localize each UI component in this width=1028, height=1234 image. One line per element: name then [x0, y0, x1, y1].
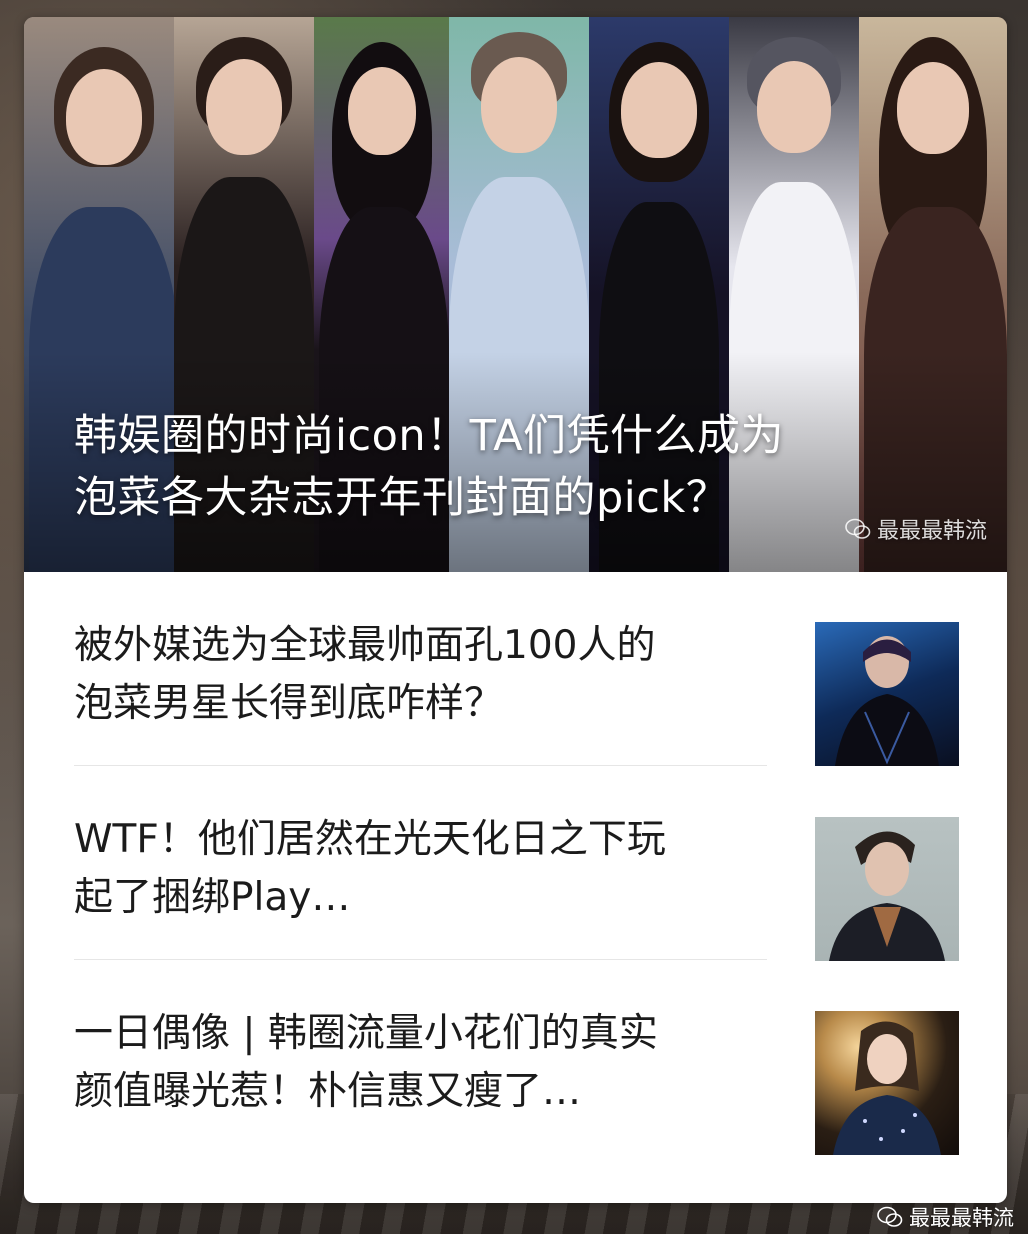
hero-title[interactable]: 韩娱圈的时尚icon！TA们凭什么成为 泡菜各大杂志开年刊封面的pick？ [74, 405, 974, 529]
wechat-icon [877, 1206, 903, 1227]
article-title-line2: 颜值曝光惹！朴信惠又瘦了… [74, 1069, 582, 1114]
hero-banner[interactable]: 韩娱圈的时尚icon！TA们凭什么成为 泡菜各大杂志开年刊封面的pick？ 最最… [24, 17, 1007, 572]
article-title: 被外媒选为全球最帅面孔100人的 泡菜男星长得到底咋样？ [74, 617, 774, 733]
article-item[interactable]: 被外媒选为全球最帅面孔100人的 泡菜男星长得到底咋样？ [74, 572, 959, 766]
hero-watermark: 最最最韩流 [845, 513, 987, 545]
wechat-icon [845, 518, 871, 539]
portrait-photo-icon [829, 831, 945, 961]
article-title-line1: 被外媒选为全球最帅面孔100人的 [74, 623, 656, 668]
article-list: 被外媒选为全球最帅面孔100人的 泡菜男星长得到底咋样？ WTF！他们居然在光天… [74, 572, 959, 1155]
article-item[interactable]: WTF！他们居然在光天化日之下玩 起了捆绑Play… [74, 766, 959, 961]
article-title: WTF！他们居然在光天化日之下玩 起了捆绑Play… [74, 811, 774, 927]
article-title: 一日偶像 | 韩圈流量小花们的真实 颜值曝光惹！朴信惠又瘦了… [74, 1005, 774, 1121]
performer-photo-icon [835, 636, 939, 766]
article-title-line2: 起了捆绑Play… [74, 875, 351, 920]
idol-photo-icon [833, 1021, 941, 1155]
hero-watermark-text: 最最最韩流 [876, 519, 987, 544]
hero-title-line2: 泡菜各大杂志开年刊封面的pick？ [74, 473, 730, 523]
article-thumbnail[interactable] [815, 1011, 959, 1155]
article-thumbnail[interactable] [815, 622, 959, 766]
hero-title-line1: 韩娱圈的时尚icon！TA们凭什么成为 [74, 411, 784, 461]
footer-watermark: 最最最韩流 [877, 1202, 1014, 1232]
article-card: 韩娱圈的时尚icon！TA们凭什么成为 泡菜各大杂志开年刊封面的pick？ 最最… [24, 17, 1007, 1203]
footer-watermark-text: 最最最韩流 [909, 1206, 1014, 1230]
article-title-line1: 一日偶像 | 韩圈流量小花们的真实 [74, 1011, 658, 1056]
article-thumbnail[interactable] [815, 817, 959, 961]
article-title-line1: WTF！他们居然在光天化日之下玩 [74, 817, 666, 862]
article-item[interactable]: 一日偶像 | 韩圈流量小花们的真实 颜值曝光惹！朴信惠又瘦了… [74, 960, 959, 1155]
article-title-line2: 泡菜男星长得到底咋样？ [74, 681, 504, 726]
